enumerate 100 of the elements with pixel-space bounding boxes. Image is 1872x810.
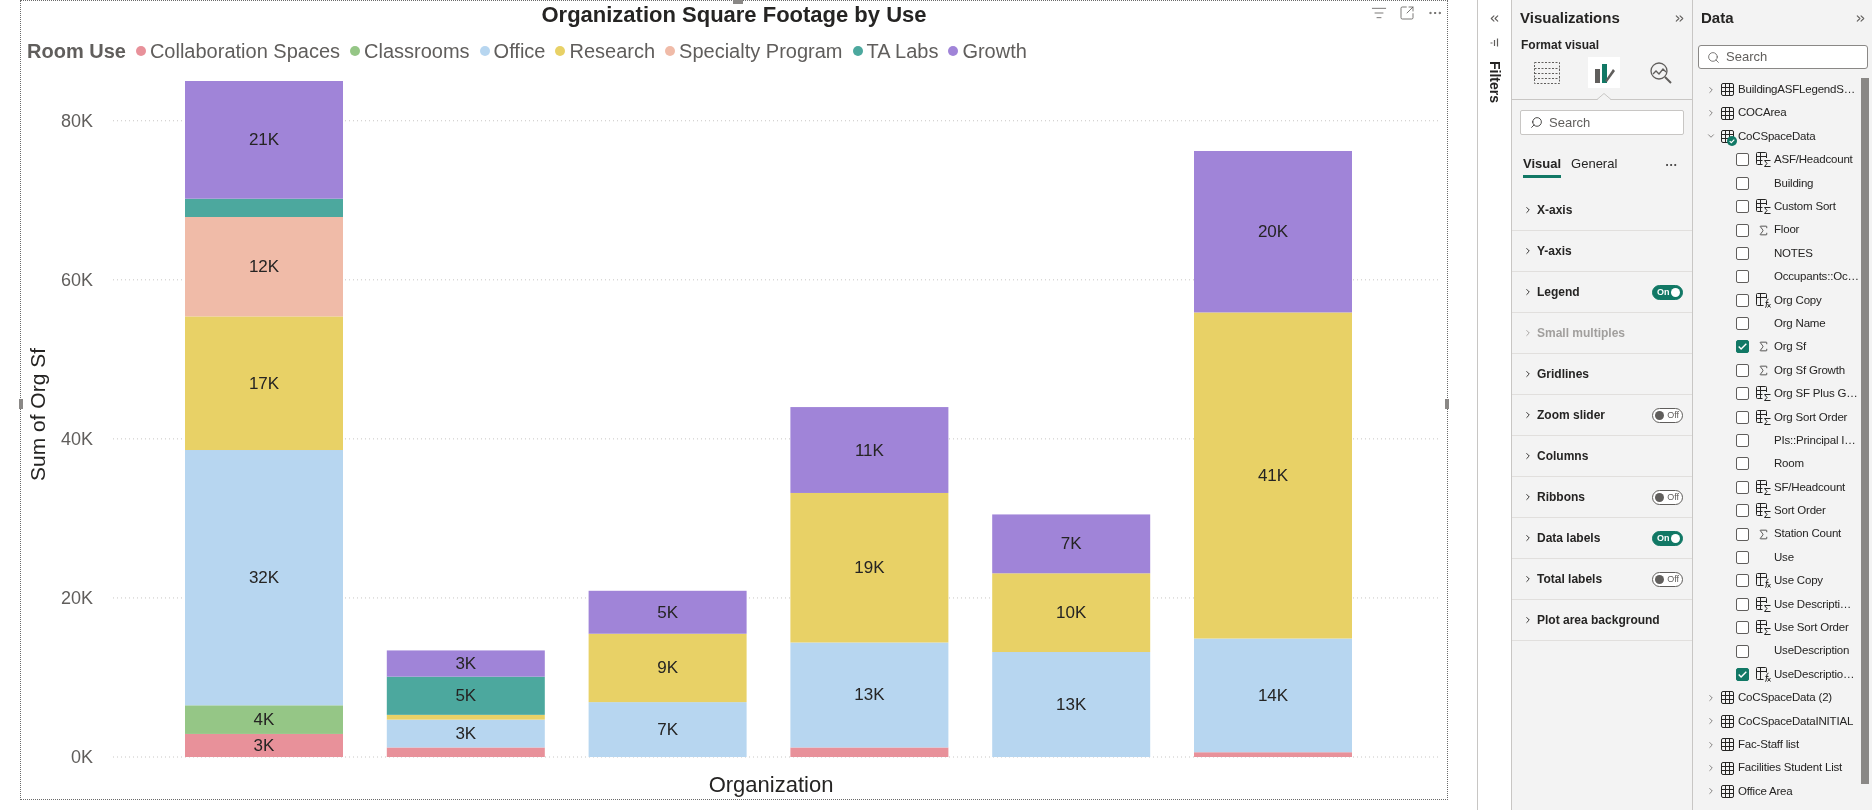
table-icon (1721, 83, 1734, 97)
checkbox[interactable] (1736, 340, 1749, 354)
visual-mode-tab[interactable] (1588, 57, 1620, 88)
legend-label: Research (569, 39, 656, 64)
resize-handle[interactable] (733, 0, 743, 4)
data-label: 3K (455, 724, 477, 744)
format-tab[interactable]: Visual (1523, 152, 1562, 178)
format-section-header[interactable]: X-axis (1523, 201, 1573, 219)
format-section-header[interactable]: Zoom slider (1523, 406, 1605, 424)
table-item[interactable]: Facilities Student List (1693, 756, 1859, 780)
table-item[interactable]: CoCSpaceData (1693, 124, 1859, 149)
sigma-icon (1757, 527, 1770, 541)
field-item[interactable]: Org Name (1693, 311, 1859, 336)
table-item[interactable]: BuildingASFLegendS… (1693, 78, 1859, 102)
field-item[interactable]: Org Sf (1693, 335, 1859, 359)
toggle-switch[interactable]: On (1652, 284, 1683, 300)
field-item[interactable]: Sort Order (1693, 499, 1859, 523)
checkbox[interactable] (1736, 223, 1749, 237)
checkbox[interactable] (1736, 504, 1749, 518)
table-sigma-icon (1756, 409, 1771, 425)
checkbox[interactable] (1736, 574, 1749, 588)
table-item[interactable]: CoCSpaceData (2) (1693, 686, 1859, 710)
format-section-header[interactable]: Gridlines (1523, 365, 1589, 383)
format-section-header[interactable]: Ribbons (1523, 488, 1585, 506)
data-label: 5K (657, 602, 678, 622)
checkbox[interactable] (1736, 457, 1749, 471)
field-item[interactable]: Org Sort Order (1693, 405, 1859, 429)
table-sigma-icon (1756, 152, 1771, 168)
checkbox[interactable] (1736, 527, 1749, 541)
table-icon (1721, 738, 1734, 752)
field-item[interactable]: Org Sf Growth (1693, 358, 1859, 383)
search-field[interactable]: Search (1520, 110, 1684, 135)
toggle-switch[interactable]: Off (1652, 571, 1683, 587)
checkbox[interactable] (1736, 480, 1749, 494)
filter-pane-icon (1490, 38, 1499, 47)
field-item[interactable]: Room (1693, 452, 1859, 476)
checkbox[interactable] (1736, 363, 1749, 377)
field-item[interactable]: Custom Sort (1693, 194, 1859, 219)
sigma-icon (1757, 340, 1770, 354)
field-item[interactable]: ASF/Headcount (1693, 148, 1859, 172)
field-item[interactable]: Occupants::Oc… (1693, 265, 1859, 289)
field-item[interactable]: PIs::Principal I… (1693, 428, 1859, 453)
search-icon (1707, 50, 1720, 64)
field-item[interactable]: Use Descripti… (1693, 592, 1859, 616)
format-section-header[interactable]: Legend (1523, 283, 1580, 301)
chevron-right-icon (1706, 763, 1716, 773)
field-item[interactable]: Use (1693, 545, 1859, 570)
field-item[interactable]: UseDescriptio… (1693, 662, 1859, 687)
checkbox[interactable] (1736, 434, 1749, 448)
checkbox[interactable] (1736, 621, 1749, 635)
checkbox[interactable] (1736, 246, 1749, 260)
field-item[interactable]: SF/Headcount (1693, 475, 1859, 500)
field-item[interactable]: Org SF Plus G… (1693, 382, 1859, 406)
table-item[interactable]: Office Area (1693, 779, 1859, 804)
checkbox[interactable] (1736, 270, 1749, 284)
field-item[interactable]: Floor (1693, 218, 1859, 242)
y-axis-tick-label: 0K (70, 747, 93, 767)
chevron-right-icon (1523, 574, 1533, 584)
field-item[interactable]: Use Sort Order (1693, 616, 1859, 640)
checkbox[interactable] (1736, 200, 1749, 214)
focus-mode-icon[interactable] (1399, 5, 1415, 21)
checkbox[interactable] (1736, 293, 1749, 307)
resize-handle[interactable] (1445, 399, 1449, 409)
checkbox[interactable] (1736, 176, 1749, 190)
scrollbar-thumb[interactable] (1860, 78, 1869, 784)
legend-label: Specialty Program (679, 39, 843, 64)
data-label: 14K (1257, 685, 1289, 705)
y-axis-tick-label: 20K (60, 587, 93, 608)
format-section-header[interactable]: Data labels (1523, 529, 1601, 547)
toggle-switch[interactable]: Off (1652, 407, 1683, 423)
checkbox[interactable] (1736, 667, 1749, 681)
checkbox[interactable] (1736, 551, 1749, 564)
checkbox[interactable] (1736, 153, 1749, 167)
checkbox[interactable] (1736, 317, 1749, 331)
table-item[interactable]: COCArea (1693, 101, 1859, 125)
format-section-header[interactable]: Columns (1523, 447, 1589, 465)
expand-icon[interactable] (1488, 12, 1501, 25)
table-item[interactable]: CoCSpaceDataINITIAL (1693, 709, 1859, 733)
search-field[interactable]: Search (1698, 45, 1868, 69)
field-item[interactable]: Org Copy (1693, 288, 1859, 312)
filters-label[interactable]: Filters (1484, 61, 1505, 103)
field-item[interactable]: Use Copy (1693, 569, 1859, 593)
format-section-header[interactable]: Total labels (1523, 570, 1603, 588)
toggle-switch[interactable]: Off (1652, 489, 1683, 505)
format-section-header[interactable]: Plot area background (1523, 611, 1660, 629)
field-item[interactable]: Building (1693, 171, 1859, 195)
format-tab[interactable]: General (1571, 152, 1618, 178)
table-grid-icon (1533, 61, 1560, 84)
checkbox[interactable] (1736, 387, 1749, 401)
format-section-header[interactable]: Y-axis (1523, 242, 1572, 260)
filter-icon[interactable] (1371, 5, 1387, 21)
resize-handle[interactable] (19, 399, 23, 409)
field-item[interactable]: Station Count (1693, 522, 1859, 546)
toggle-switch[interactable]: On (1652, 530, 1683, 546)
checkbox[interactable] (1736, 644, 1749, 658)
field-item[interactable]: NOTES (1693, 241, 1859, 266)
field-item[interactable]: UseDescription (1693, 639, 1859, 663)
checkbox[interactable] (1736, 410, 1749, 424)
checkbox[interactable] (1736, 597, 1749, 611)
table-item[interactable]: Fac-Staff list (1693, 732, 1859, 757)
